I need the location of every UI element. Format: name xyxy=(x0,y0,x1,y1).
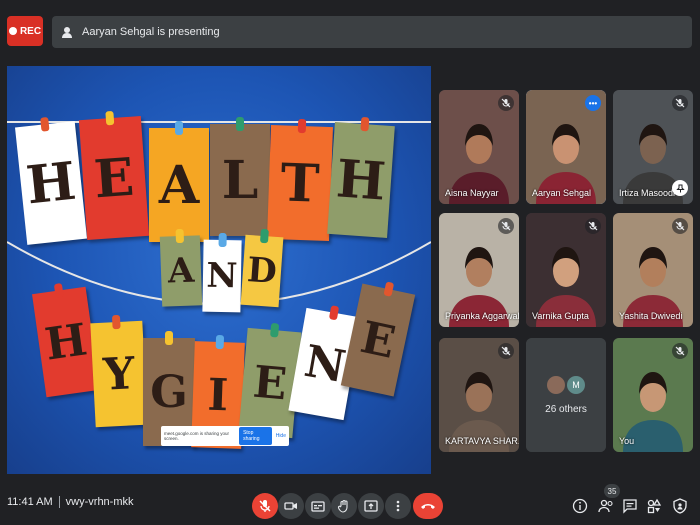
clothespin-icon xyxy=(40,116,50,132)
more-vertical-icon xyxy=(396,500,400,512)
clothespin-icon xyxy=(383,281,395,297)
microphone-toggle-button[interactable] xyxy=(252,493,278,519)
activities-shapes-icon xyxy=(647,498,662,514)
slide-letter-card: A xyxy=(149,121,209,242)
stop-sharing-button[interactable]: Stop sharing xyxy=(239,427,272,445)
bottom-bar: 11:41 AM vwy-vrhn-mkk 35 xyxy=(0,484,700,525)
mic-off-icon xyxy=(498,95,514,111)
activities-button[interactable] xyxy=(644,496,664,516)
mic-off-icon xyxy=(259,500,271,512)
clothespin-icon xyxy=(111,314,121,330)
clothespin-icon xyxy=(175,228,185,244)
clothespin-icon xyxy=(53,283,64,298)
participant-name: Yashita Dwivedi xyxy=(619,311,683,321)
captions-button[interactable] xyxy=(305,493,331,519)
slide-letter-card: H xyxy=(327,116,395,238)
clothespin-icon xyxy=(165,331,173,345)
chat-icon xyxy=(623,499,637,514)
people-icon xyxy=(598,499,613,513)
lock-person-icon xyxy=(673,498,687,514)
info-icon xyxy=(572,498,588,514)
participant-tile[interactable]: Yashita Dwivedi xyxy=(613,213,693,327)
others-count-label: 26 others xyxy=(545,403,587,415)
participant-name: KARTAVYA SHAR... xyxy=(445,436,519,446)
hide-banner-link[interactable]: Hide xyxy=(276,433,286,439)
participant-tile[interactable]: Priyanka Aggarwal xyxy=(439,213,519,327)
participant-name: Varnika Gupta xyxy=(532,311,589,321)
presenting-text: Aaryan Sehgal is presenting xyxy=(82,26,220,38)
participant-name: Irtiza Masoodi xyxy=(619,188,676,198)
clothespin-icon xyxy=(270,322,280,338)
clothespin-icon xyxy=(297,118,307,134)
share-banner-text: meet.google.com is sharing your screen. xyxy=(164,431,230,441)
others-tile[interactable]: M 26 others xyxy=(526,338,606,452)
participant-tile[interactable]: KARTAVYA SHAR... xyxy=(439,338,519,452)
slide-letter-card: E xyxy=(78,110,150,241)
presenting-banner: Aaryan Sehgal is presenting xyxy=(52,16,692,48)
slide-letter-card: Y xyxy=(90,314,148,428)
slide-letter-card: A xyxy=(159,228,203,307)
present-icon xyxy=(364,500,378,512)
recording-indicator: REC xyxy=(7,16,43,46)
divider xyxy=(58,496,60,508)
clothespin-icon xyxy=(236,117,244,131)
participant-tile[interactable]: Aisna Nayyar xyxy=(439,90,519,204)
participant-tile[interactable]: Irtiza Masoodi xyxy=(613,90,693,204)
chat-button[interactable] xyxy=(620,496,640,516)
participant-name: Priyanka Aggarwal xyxy=(445,311,519,321)
present-now-button[interactable] xyxy=(358,493,384,519)
record-dot-icon xyxy=(8,27,17,35)
mic-off-icon xyxy=(672,343,688,359)
host-controls-button[interactable] xyxy=(670,496,690,516)
mic-off-icon xyxy=(672,95,688,111)
mic-off-icon xyxy=(498,343,514,359)
slide-letter-card: D xyxy=(240,228,284,308)
hang-up-icon xyxy=(421,504,435,509)
participant-tile[interactable]: Varnika Gupta xyxy=(526,213,606,327)
participant-name: Aisna Nayyar xyxy=(445,188,499,198)
clothespin-icon xyxy=(360,116,370,132)
meeting-info: 11:41 AM vwy-vrhn-mkk xyxy=(7,496,134,508)
slide-letter-card: L xyxy=(210,117,270,236)
more-options-button[interactable] xyxy=(385,493,411,519)
pin-icon[interactable] xyxy=(672,180,688,196)
more-options-icon[interactable]: ••• xyxy=(585,95,601,111)
mic-off-icon xyxy=(672,218,688,234)
hand-icon xyxy=(337,499,348,513)
recording-label: REC xyxy=(19,25,42,37)
slide-letter-card: H xyxy=(14,116,88,245)
clothespin-icon xyxy=(259,228,269,244)
clothespin-icon xyxy=(105,110,115,126)
participant-tile[interactable]: Aaryan Sehgal ••• xyxy=(526,90,606,204)
slide-letter-card: N xyxy=(202,232,242,313)
participant-tile[interactable]: You xyxy=(613,338,693,452)
clothespin-icon xyxy=(218,232,227,248)
clock-time: 11:41 AM xyxy=(7,496,53,508)
clothespin-icon xyxy=(328,305,340,321)
screen-share-banner: meet.google.com is sharing your screen. … xyxy=(161,426,289,446)
present-screen-icon xyxy=(60,25,74,39)
shared-screen: HEALTHANDHYGIENE meet.google.com is shar… xyxy=(7,66,431,474)
camera-icon xyxy=(284,502,297,510)
camera-toggle-button[interactable] xyxy=(278,493,304,519)
top-bar: REC Aaryan Sehgal is presenting xyxy=(0,0,700,64)
leave-call-button[interactable] xyxy=(413,493,443,519)
participant-name: You xyxy=(619,436,635,446)
avatar xyxy=(547,375,565,394)
avatar: M xyxy=(567,375,585,394)
captions-icon xyxy=(311,501,325,512)
clothespin-icon xyxy=(175,121,183,135)
mic-off-icon xyxy=(498,218,514,234)
people-button[interactable] xyxy=(596,496,616,516)
meeting-code: vwy-vrhn-mkk xyxy=(65,496,134,508)
others-panel: M 26 others xyxy=(526,338,606,452)
raise-hand-button[interactable] xyxy=(331,493,357,519)
participant-name: Aaryan Sehgal xyxy=(532,188,592,198)
mic-off-icon xyxy=(585,218,601,234)
slide-letter-card: T xyxy=(267,118,333,242)
meeting-details-button[interactable] xyxy=(570,496,590,516)
clothespin-icon xyxy=(215,334,225,350)
